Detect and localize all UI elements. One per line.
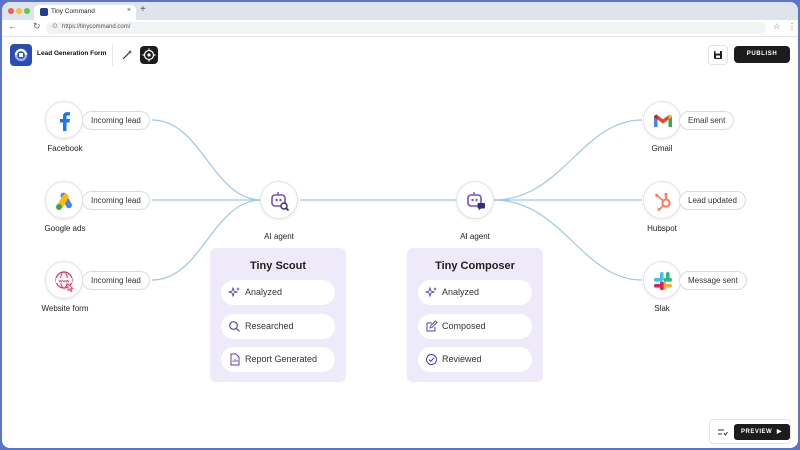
tab-title: Tiny Command	[51, 8, 95, 15]
flow-connectors	[151, 119, 643, 281]
ai-agent-scout-node[interactable]	[260, 181, 298, 219]
back-icon[interactable]: ←	[8, 21, 17, 31]
tiny-composer-card: Tiny Composer Analyzed Composed Reviewed	[407, 248, 543, 382]
facebook-label: Facebook	[47, 144, 83, 153]
slack-status-pill: Message sent	[679, 271, 747, 290]
edit-icon	[426, 320, 438, 332]
browser-window: Tiny Command × + ← ↻ ⊙ https://tinycomma…	[2, 2, 798, 448]
play-icon: ▶	[776, 429, 782, 435]
step-label: Report Generated	[245, 354, 318, 364]
browser-menu-icon[interactable]: ⋮	[788, 22, 796, 31]
tiny-scout-card: Tiny Scout Analyzed Researched Report Ge…	[210, 248, 346, 382]
gmail-node[interactable]	[643, 101, 681, 139]
tab-favicon-icon	[40, 8, 48, 16]
step-label: Analyzed	[245, 287, 283, 297]
minimize-window-dot[interactable]	[16, 8, 22, 14]
website-form-icon: www	[55, 271, 74, 292]
new-tab-icon[interactable]: +	[140, 5, 146, 15]
sparkle-icon	[425, 286, 437, 298]
step-label: Reviewed	[442, 354, 482, 364]
step-label: Researched	[245, 321, 294, 331]
filter-settings-icon[interactable]	[717, 427, 728, 438]
browser-tab-bar: Tiny Command × +	[2, 2, 798, 20]
site-info-icon[interactable]: ⊙	[52, 22, 58, 30]
gmail-icon	[654, 114, 672, 127]
app-canvas: Lead Generation Form PUBLISH Incoming le…	[2, 38, 798, 448]
google-ads-label: Google ads	[44, 224, 86, 233]
browser-tab[interactable]: Tiny Command ×	[34, 5, 136, 20]
google-ads-status-pill: Incoming lead	[82, 191, 150, 210]
preview-label: PREVIEW	[741, 429, 773, 435]
connector-gmail	[493, 119, 643, 201]
check-circle-icon	[426, 354, 437, 365]
gmail-label: Gmail	[651, 144, 673, 153]
step-item[interactable]: Report Generated	[221, 347, 335, 372]
google-ads-node[interactable]	[45, 181, 83, 219]
hubspot-label: Hubspot	[647, 224, 677, 233]
svg-text:www: www	[58, 278, 70, 283]
hubspot-status-pill: Lead updated	[679, 191, 746, 210]
preview-button[interactable]: PREVIEW ▶	[734, 424, 790, 440]
card-title: Tiny Composer	[435, 260, 515, 272]
slack-node[interactable]	[643, 261, 681, 299]
hubspot-node[interactable]	[643, 181, 681, 219]
search-icon	[229, 321, 240, 332]
facebook-node[interactable]	[45, 101, 83, 139]
step-item[interactable]: Researched	[221, 314, 335, 339]
preview-toolbar: PREVIEW ▶	[709, 419, 791, 444]
gmail-status-pill: Email sent	[679, 111, 735, 130]
ai-agent-chat-icon	[467, 192, 485, 211]
website-form-label: Website form	[41, 304, 89, 313]
google-ads-icon	[56, 192, 72, 210]
ai-agent-composer-node[interactable]	[456, 181, 494, 219]
ai-agent-label: AI agent	[264, 232, 294, 241]
website-form-node[interactable]: www	[45, 261, 83, 299]
close-window-dot[interactable]	[8, 8, 14, 14]
address-bar-row: ← ↻ ⊙ https://tinycommand.com/ ☆ ⋮	[2, 20, 798, 37]
sparkle-icon	[228, 286, 240, 298]
step-label: Analyzed	[442, 287, 480, 297]
step-item[interactable]: Analyzed	[418, 280, 532, 305]
ai-agent-label: AI agent	[460, 232, 490, 241]
maximize-window-dot[interactable]	[24, 8, 30, 14]
step-item[interactable]: Composed	[418, 314, 532, 339]
url-field[interactable]: ⊙ https://tinycommand.com/	[46, 22, 766, 34]
ai-agent-search-icon	[271, 192, 290, 212]
step-label: Composed	[442, 321, 486, 331]
hubspot-icon	[655, 192, 671, 211]
website-form-status-pill: Incoming lead	[82, 271, 150, 290]
facebook-icon	[60, 112, 70, 131]
card-title: Tiny Scout	[249, 260, 307, 272]
step-item[interactable]: Analyzed	[221, 280, 335, 305]
url-text: https://tinycommand.com/	[62, 24, 131, 30]
slack-label: Slak	[654, 304, 670, 313]
reload-icon[interactable]: ↻	[33, 21, 41, 32]
tab-close-icon[interactable]: ×	[127, 7, 131, 14]
slack-icon	[654, 272, 672, 290]
connector-facebook	[151, 119, 263, 201]
bookmark-star-icon[interactable]: ☆	[773, 22, 780, 31]
document-icon	[230, 353, 240, 366]
step-item[interactable]: Reviewed	[418, 347, 532, 372]
facebook-status-pill: Incoming lead	[82, 111, 150, 130]
